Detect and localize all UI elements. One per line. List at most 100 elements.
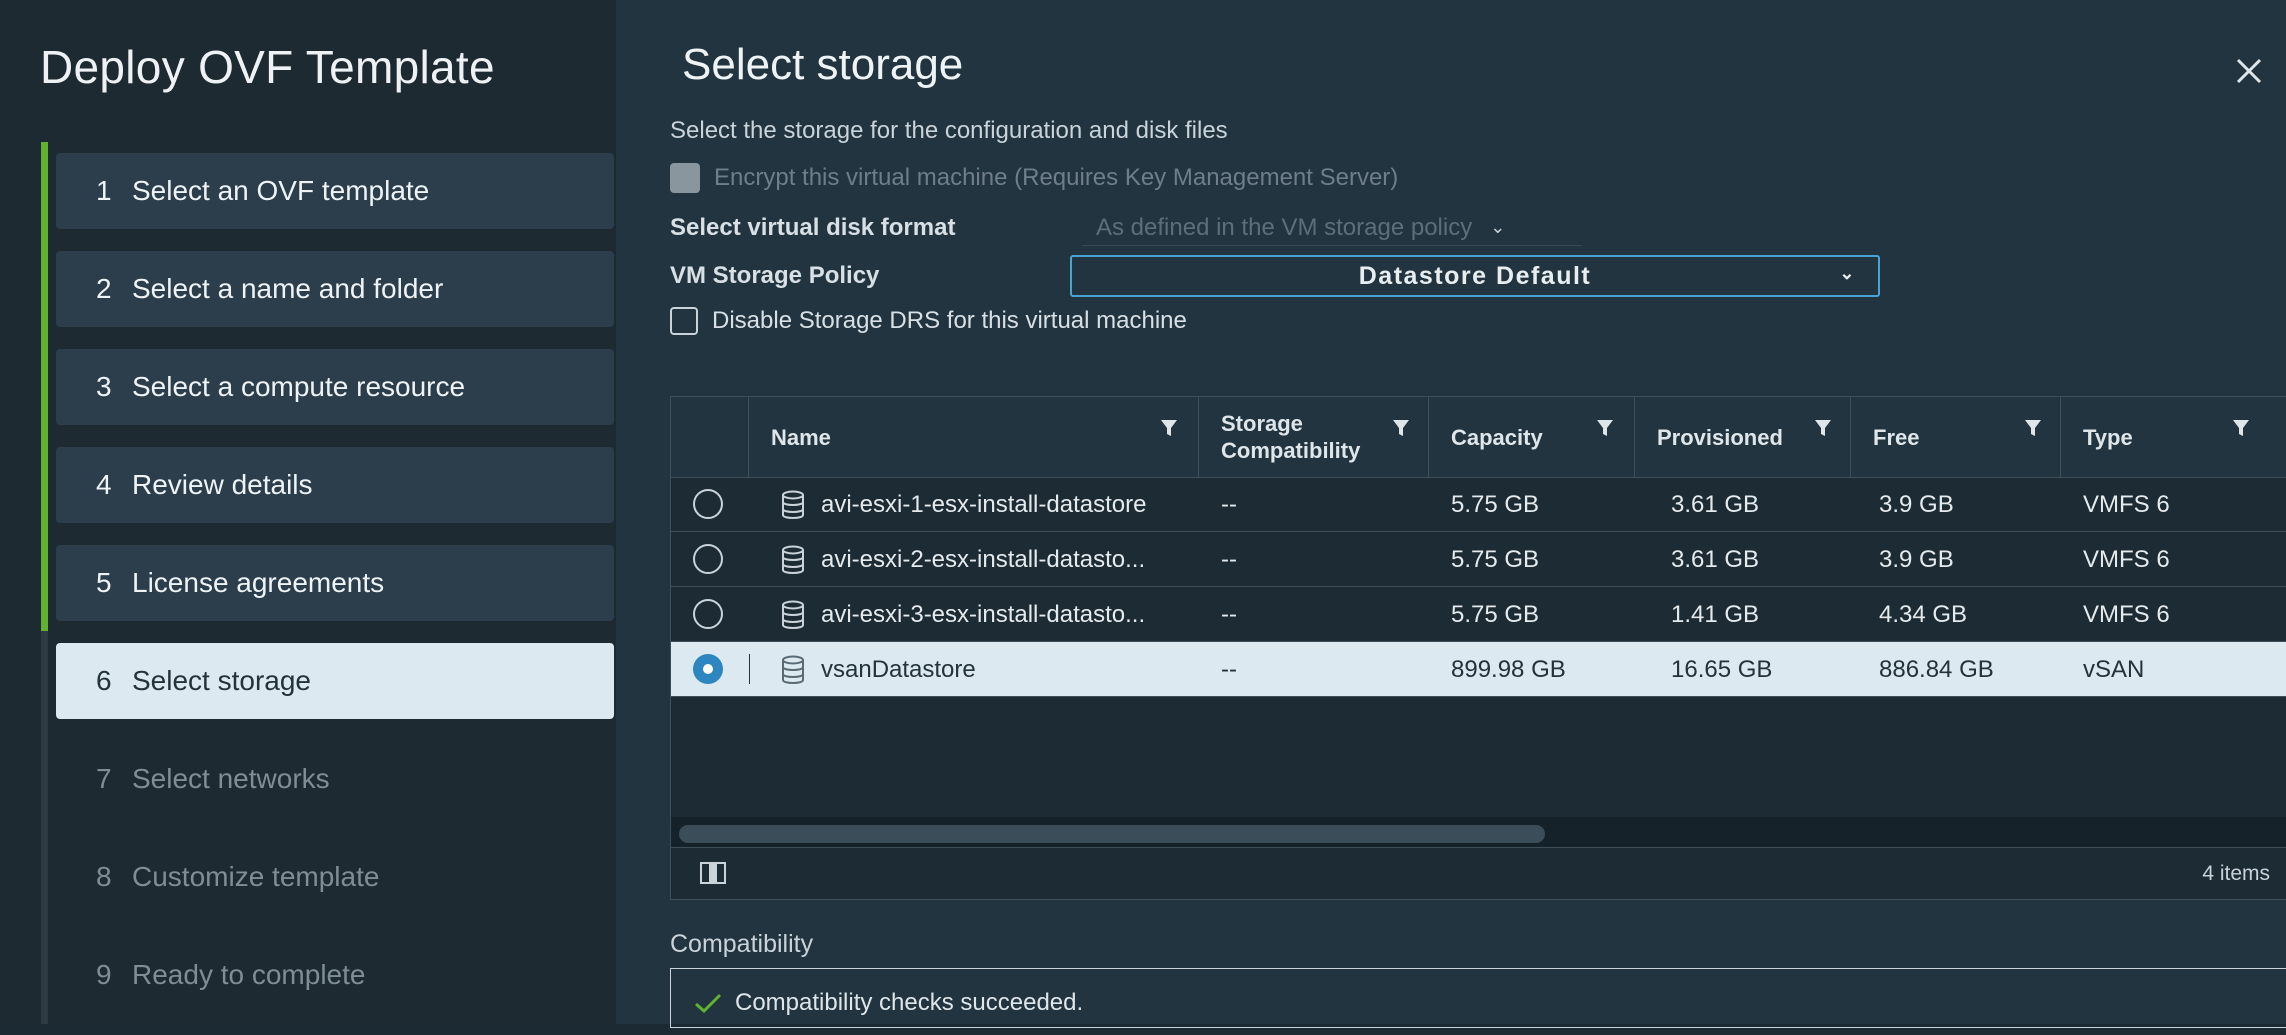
wizard-title: Deploy OVF Template xyxy=(40,41,495,93)
grid-header: Name Storage Compatibility Capacity Prov… xyxy=(671,397,2286,478)
compatibility-label: Compatibility xyxy=(670,930,814,958)
type-cell: vSAN xyxy=(2083,655,2145,683)
filter-icon[interactable] xyxy=(1813,417,1833,439)
step-label: Select an OVF template xyxy=(132,175,430,206)
close-icon[interactable] xyxy=(2228,50,2270,92)
scrollbar-thumb[interactable] xyxy=(679,825,1545,843)
step-number: 5 xyxy=(96,567,112,598)
horizontal-scrollbar[interactable] xyxy=(671,817,2286,847)
row-select-radio[interactable] xyxy=(693,489,723,519)
table-row[interactable]: avi-esxi-3-esx-install-datasto... -- 5.7… xyxy=(671,587,2286,642)
provisioned-cell: 3.61 GB xyxy=(1671,490,1760,518)
step-number: 2 xyxy=(96,273,112,304)
column-label: Provisioned xyxy=(1657,424,1783,450)
page-subtitle: Select the storage for the configuration… xyxy=(670,117,1228,144)
free-cell: 3.9 GB xyxy=(1879,490,1954,518)
type-cell: VMFS 6 xyxy=(2083,545,2170,573)
compatibility-message: Compatibility checks succeeded. xyxy=(693,989,1083,1017)
column-header-type[interactable]: Type xyxy=(2061,397,2286,477)
progress-rail-remaining xyxy=(41,631,48,1024)
column-toggle-icon[interactable] xyxy=(699,860,727,886)
provisioned-cell: 1.41 GB xyxy=(1671,600,1760,628)
table-row-selected[interactable]: vsanDatastore -- 899.98 GB 16.65 GB 886.… xyxy=(671,642,2286,697)
datastore-grid: Name Storage Compatibility Capacity Prov… xyxy=(670,396,2286,900)
chevron-down-icon: ⌄ xyxy=(1839,263,1856,283)
disable-drs-label: Disable Storage DRS for this virtual mac… xyxy=(712,307,1187,334)
table-row[interactable]: avi-esxi-2-esx-install-datasto... -- 5.7… xyxy=(671,532,2286,587)
column-header-provisioned[interactable]: Provisioned xyxy=(1635,397,1851,477)
column-label: Free xyxy=(1873,424,1920,450)
datastore-name: avi-esxi-3-esx-install-datasto... xyxy=(821,600,1146,628)
column-label: Capacity xyxy=(1451,424,1543,450)
items-count: 4 items xyxy=(2202,862,2270,885)
step-number: 3 xyxy=(96,371,112,402)
main-panel: Select storage Select the storage for th… xyxy=(616,0,2286,1028)
datastore-icon xyxy=(782,545,804,574)
step-label: Review details xyxy=(132,469,313,500)
column-label: Name xyxy=(771,424,831,450)
filter-icon[interactable] xyxy=(2023,417,2043,439)
capacity-cell: 5.75 GB xyxy=(1451,545,1540,573)
disable-drs-checkbox[interactable] xyxy=(670,307,698,335)
datastore-name: avi-esxi-2-esx-install-datasto... xyxy=(821,545,1146,573)
column-header-capacity[interactable]: Capacity xyxy=(1429,397,1635,477)
capacity-cell: 5.75 GB xyxy=(1451,490,1540,518)
disable-drs-option[interactable]: Disable Storage DRS for this virtual mac… xyxy=(670,307,1187,335)
wizard-step-2[interactable]: 2 Select a name and folder xyxy=(56,251,614,327)
step-label: Select a name and folder xyxy=(132,273,444,304)
step-number: 6 xyxy=(96,665,112,696)
compat-cell: -- xyxy=(1221,600,1237,628)
free-cell: 886.84 GB xyxy=(1879,655,1994,683)
wizard-steps: 1 Select an OVF template 2 Select a name… xyxy=(56,153,614,1035)
step-label: Select a compute resource xyxy=(132,371,466,402)
filter-icon[interactable] xyxy=(1391,417,1411,439)
provisioned-cell: 3.61 GB xyxy=(1671,545,1760,573)
name-cell: avi-esxi-3-esx-install-datasto... xyxy=(781,587,1145,642)
free-cell: 4.34 GB xyxy=(1879,600,1968,628)
step-label: Ready to complete xyxy=(132,959,366,990)
disk-format-label: Select virtual disk format xyxy=(670,214,956,241)
type-cell: VMFS 6 xyxy=(2083,600,2170,628)
datastore-name: vsanDatastore xyxy=(821,655,976,683)
filter-icon[interactable] xyxy=(2231,417,2251,439)
compat-cell: -- xyxy=(1221,490,1237,518)
step-number: 7 xyxy=(96,763,112,794)
step-label: Select storage xyxy=(132,665,311,696)
page-title: Select storage xyxy=(682,40,964,89)
column-header-free[interactable]: Free xyxy=(1851,397,2061,477)
column-label: Storage Compatibility xyxy=(1221,411,1361,463)
filter-icon[interactable] xyxy=(1159,417,1179,439)
storage-policy-label: VM Storage Policy xyxy=(670,262,880,289)
encrypt-label: Encrypt this virtual machine (Requires K… xyxy=(714,164,1399,191)
wizard-step-8: 8 Customize template xyxy=(56,839,614,915)
compat-cell: -- xyxy=(1221,655,1237,683)
column-header-name[interactable]: Name xyxy=(749,397,1199,477)
wizard-step-5[interactable]: 5 License agreements xyxy=(56,545,614,621)
step-number: 9 xyxy=(96,959,112,990)
storage-policy-value: Datastore Default xyxy=(1358,261,1592,290)
wizard-step-1[interactable]: 1 Select an OVF template xyxy=(56,153,614,229)
step-label: Customize template xyxy=(132,861,380,892)
compatibility-panel: Compatibility checks succeeded. xyxy=(670,968,2286,1028)
wizard-step-6[interactable]: 6 Select storage xyxy=(56,643,614,719)
progress-rail-completed xyxy=(41,142,48,631)
grid-footer: 4 items xyxy=(671,847,2286,902)
datastore-icon xyxy=(782,490,804,519)
capacity-cell: 5.75 GB xyxy=(1451,600,1540,628)
row-select-radio[interactable] xyxy=(693,654,723,684)
type-cell: VMFS 6 xyxy=(2083,490,2170,518)
compat-cell: -- xyxy=(1221,545,1237,573)
name-cell: avi-esxi-2-esx-install-datasto... xyxy=(781,532,1145,587)
table-row[interactable]: avi-esxi-1-esx-install-datastore -- 5.75… xyxy=(671,477,2286,532)
step-number: 8 xyxy=(96,861,112,892)
step-number: 4 xyxy=(96,469,112,500)
wizard-step-3[interactable]: 3 Select a compute resource xyxy=(56,349,614,425)
storage-policy-select[interactable]: Datastore Default ⌄ xyxy=(1070,255,1880,297)
row-select-radio[interactable] xyxy=(693,544,723,574)
filter-icon[interactable] xyxy=(1595,417,1615,439)
row-select-radio[interactable] xyxy=(693,599,723,629)
column-header-storage-compatibility[interactable]: Storage Compatibility xyxy=(1199,397,1429,477)
wizard-step-4[interactable]: 4 Review details xyxy=(56,447,614,523)
compatibility-message-text: Compatibility checks succeeded. xyxy=(735,989,1084,1016)
name-cell: avi-esxi-1-esx-install-datastore xyxy=(781,477,1146,532)
